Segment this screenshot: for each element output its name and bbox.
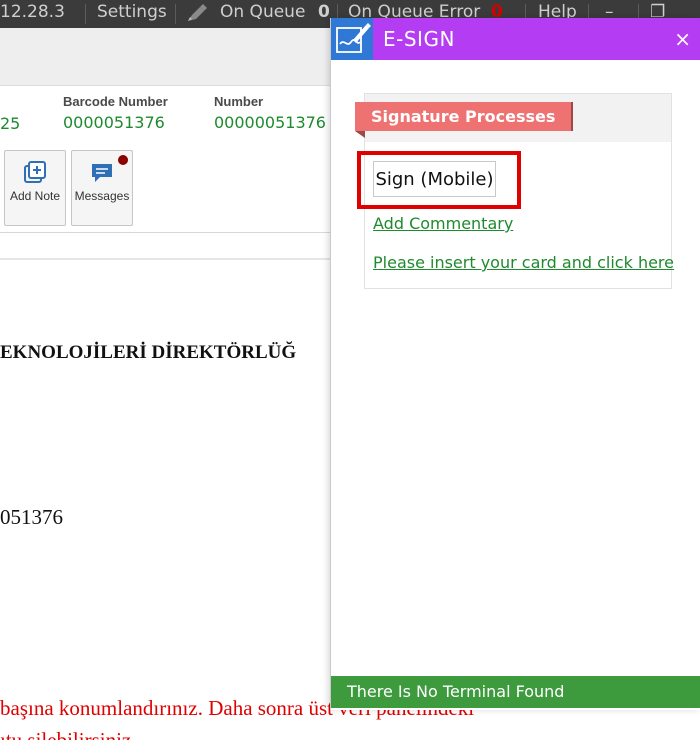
add-commentary-link[interactable]: Add Commentary xyxy=(373,214,513,233)
signature-pen-icon xyxy=(331,18,373,60)
signature-processes-title: Signature Processes xyxy=(355,102,573,131)
add-note-icon xyxy=(5,161,65,185)
pen-icon[interactable] xyxy=(186,3,208,28)
messages-label: Messages xyxy=(74,189,130,203)
document-number-fragment: 051376 xyxy=(0,505,63,529)
prefix-value: 25 xyxy=(0,114,21,133)
esign-panel-header: E-SIGN × xyxy=(331,18,700,60)
divider xyxy=(0,258,330,260)
terminal-status-bar: There Is No Terminal Found xyxy=(331,676,700,708)
esign-panel: E-SIGN × Signature Processes Sign (Mobil… xyxy=(330,18,700,710)
add-note-label: Add Note xyxy=(9,189,61,203)
sign-mobile-button[interactable]: Sign (Mobile) xyxy=(373,161,496,197)
settings-menu[interactable]: Settings xyxy=(97,2,167,22)
on-queue-label[interactable]: On Queue xyxy=(220,2,305,22)
esign-panel-title: E-SIGN xyxy=(383,27,455,51)
tab-fold xyxy=(355,131,365,138)
insert-card-link[interactable]: Please insert your card and click here xyxy=(373,253,674,272)
number-value: 00000051376 xyxy=(214,113,326,132)
signature-processes-box: Signature Processes Sign (Mobile) Add Co… xyxy=(355,93,674,289)
close-icon[interactable]: × xyxy=(674,27,691,51)
add-note-button[interactable]: Add Note xyxy=(4,150,66,226)
toolstrip xyxy=(0,28,330,86)
info-number: Number 00000051376 xyxy=(214,94,326,132)
action-toolbar: Add Note Messages xyxy=(0,148,330,230)
info-prefix: 25 xyxy=(0,94,20,133)
on-queue-count: 0 xyxy=(318,2,330,22)
divider xyxy=(0,232,330,233)
barcode-value: 0000051376 xyxy=(63,113,165,132)
number-label: Number xyxy=(214,94,264,109)
info-barcode: Barcode Number 0000051376 xyxy=(63,94,168,132)
separator xyxy=(175,4,176,24)
document-title-fragment: EKNOLOJİLERİ DİREKTÖRLÜĞ xyxy=(0,342,297,363)
separator xyxy=(85,4,86,24)
messages-button[interactable]: Messages xyxy=(71,150,133,226)
barcode-label: Barcode Number xyxy=(63,94,168,109)
version-label: 12.28.3 xyxy=(0,2,65,22)
document-instruction-line-2: ıtu silebilirsiniz. xyxy=(0,728,137,740)
notification-dot xyxy=(118,155,128,165)
